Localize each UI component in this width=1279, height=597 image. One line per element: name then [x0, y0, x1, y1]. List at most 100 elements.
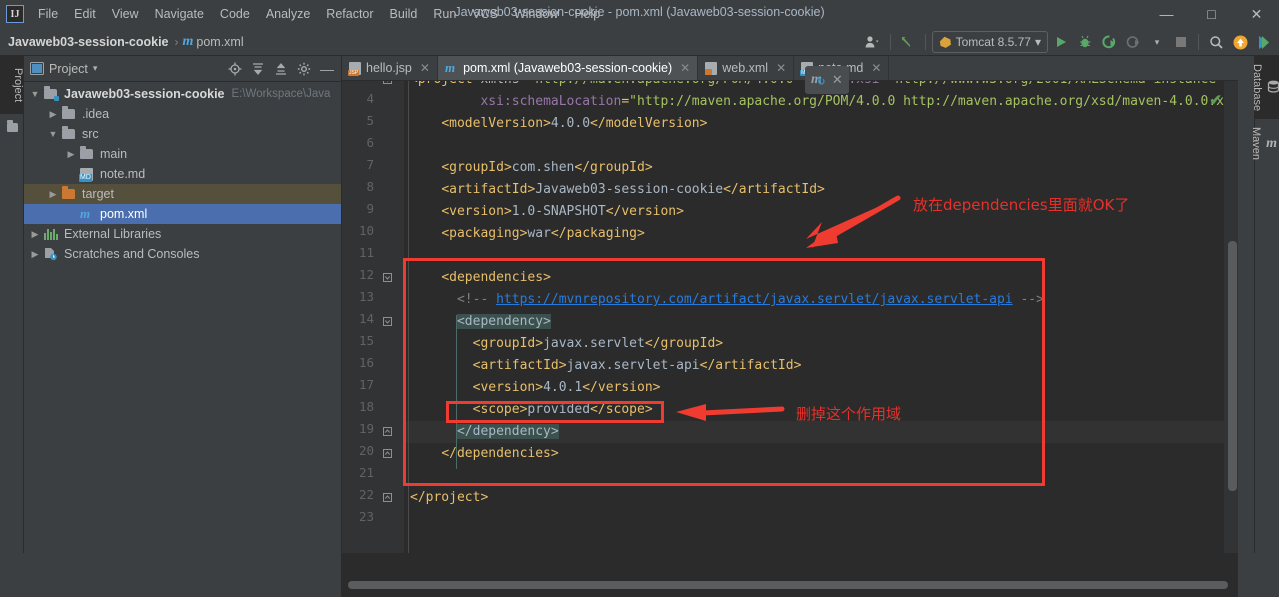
close-tab-icon[interactable]: ✕: [420, 61, 430, 75]
code-line[interactable]: </dependencies>: [404, 443, 1238, 465]
chevron-right-icon[interactable]: ▶: [64, 149, 78, 160]
code-line[interactable]: xsi:schemaLocation="http://maven.apache.…: [404, 91, 1238, 113]
tool-tab-maven[interactable]: m Maven: [1250, 119, 1279, 168]
code-token-brk: >: [699, 116, 708, 131]
structure-icon[interactable]: [0, 114, 24, 140]
inspection-status-icon[interactable]: ✔: [1209, 91, 1222, 109]
menu-navigate[interactable]: Navigate: [147, 4, 212, 24]
run-button[interactable]: [1050, 31, 1072, 53]
collapse-all-icon[interactable]: [271, 59, 291, 79]
menu-build[interactable]: Build: [382, 4, 426, 24]
updates-icon[interactable]: [1229, 31, 1251, 53]
update-project-icon[interactable]: [897, 31, 919, 53]
code-line[interactable]: [404, 509, 1238, 531]
chevron-right-icon[interactable]: ▶: [28, 249, 42, 260]
fold-expanded-icon[interactable]: [383, 273, 392, 282]
code-line[interactable]: <dependencies>: [404, 267, 1238, 289]
chevron-right-icon[interactable]: ▶: [46, 189, 60, 200]
code-line[interactable]: [404, 465, 1238, 487]
chevron-down-icon[interactable]: ▼: [46, 129, 60, 139]
code-line[interactable]: <groupId>javax.servlet</groupId>: [404, 333, 1238, 355]
code-line[interactable]: <!-- https://mvnrepository.com/artifact/…: [404, 289, 1238, 311]
menu-file[interactable]: File: [30, 4, 66, 24]
editor-tab-web-xml[interactable]: web.xml ✕: [698, 56, 795, 80]
close-icon[interactable]: ✕: [832, 72, 843, 88]
menu-analyze[interactable]: Analyze: [258, 4, 318, 24]
menu-view[interactable]: View: [104, 4, 147, 24]
menu-window[interactable]: Window: [506, 4, 566, 24]
code-line[interactable]: <groupId>com.shen</groupId>: [404, 157, 1238, 179]
code-line[interactable]: <packaging>war</packaging>: [404, 223, 1238, 245]
editor-tab-pom-xml[interactable]: m pom.xml (Javaweb03-session-cookie) ✕: [437, 56, 699, 80]
code-content[interactable]: <project xmlns="http://maven.apache.org/…: [404, 81, 1238, 553]
editor-horizontal-scrollbar[interactable]: [348, 581, 1228, 589]
close-tab-icon[interactable]: ✕: [776, 61, 786, 75]
editor-gutter[interactable]: 3 4 5 6 7 8 9 10 11 12 13 14 15 16 17 18 19 20 21 22 23: [342, 81, 404, 553]
settings-gear-icon[interactable]: [294, 59, 314, 79]
code-line[interactable]: <modelVersion>4.0.0</modelVersion>: [404, 113, 1238, 135]
fold-expanded-icon[interactable]: [383, 81, 392, 84]
tree-item-main[interactable]: ▶ main: [24, 144, 341, 164]
chevron-down-icon[interactable]: ▼: [28, 89, 42, 99]
maven-reload-notification[interactable]: m ✕: [805, 66, 849, 94]
tree-item-external-libraries[interactable]: ▶ External Libraries: [24, 224, 341, 244]
profiler-dropdown-icon[interactable]: ▾: [1146, 31, 1168, 53]
locate-icon[interactable]: [225, 59, 245, 79]
chevron-right-icon[interactable]: ▶: [28, 229, 42, 240]
breadcrumb-project[interactable]: Javaweb03-session-cookie: [0, 35, 171, 49]
search-icon[interactable]: [1205, 31, 1227, 53]
debug-button[interactable]: [1074, 31, 1096, 53]
tree-item-pom-xml[interactable]: ▶ m pom.xml: [24, 204, 341, 224]
close-tab-icon[interactable]: ✕: [680, 61, 690, 75]
hide-panel-icon[interactable]: —: [317, 59, 337, 79]
tree-item-target[interactable]: ▶ target: [24, 184, 341, 204]
close-tab-icon[interactable]: ✕: [871, 61, 881, 75]
menu-run[interactable]: Run: [425, 4, 464, 24]
maximize-button[interactable]: □: [1189, 0, 1234, 28]
editor-vertical-scrollbar[interactable]: [1228, 241, 1237, 491]
fold-end-icon[interactable]: [383, 427, 392, 436]
code-line[interactable]: [404, 245, 1238, 267]
folder-icon: [60, 126, 77, 139]
fold-end-icon[interactable]: [383, 449, 392, 458]
tool-tab-project[interactable]: Project: [0, 56, 24, 114]
tree-item-module[interactable]: ▼ Javaweb03-session-cookie E:\Workspace\…: [24, 84, 341, 104]
fold-end-icon[interactable]: [383, 493, 392, 502]
minimize-button[interactable]: —: [1144, 0, 1189, 28]
code-line[interactable]: </project>: [404, 487, 1238, 509]
menu-refactor[interactable]: Refactor: [318, 4, 381, 24]
menu-help[interactable]: Help: [566, 4, 608, 24]
editor-tab-hello-jsp[interactable]: hello.jsp ✕: [342, 56, 438, 80]
stop-button[interactable]: [1170, 31, 1192, 53]
code-line[interactable]: <dependency>: [404, 311, 1238, 333]
code-line[interactable]: </dependency>: [404, 421, 1238, 443]
menu-file-label: File: [38, 7, 59, 21]
menu-vcs[interactable]: VCS: [464, 4, 506, 24]
tool-tab-database[interactable]: Database: [1251, 56, 1279, 120]
code-line[interactable]: [404, 135, 1238, 157]
chevron-right-icon[interactable]: ▶: [46, 109, 60, 120]
profiler-button[interactable]: [1122, 31, 1144, 53]
code-line[interactable]: <version>4.0.1</version>: [404, 377, 1238, 399]
editor-marker-bar[interactable]: [1224, 81, 1238, 553]
breadcrumb-file[interactable]: pom.xml: [196, 35, 243, 49]
project-panel-toolbar: —: [225, 59, 337, 79]
run-with-coverage-button[interactable]: [1098, 31, 1120, 53]
maven-reload-icon[interactable]: m: [811, 72, 825, 88]
tree-item-note-md[interactable]: ▶ MD note.md: [24, 164, 341, 184]
code-token-brk: >: [676, 204, 684, 219]
fold-expanded-icon[interactable]: [383, 317, 392, 326]
project-panel-caret-icon[interactable]: ▾: [93, 63, 98, 74]
menu-edit[interactable]: Edit: [66, 4, 104, 24]
code-editor[interactable]: 34567891011121314151617181920212223 <pro…: [342, 81, 1238, 553]
user-icon[interactable]: [862, 31, 884, 53]
tree-item-src[interactable]: ▼ src: [24, 124, 341, 144]
expand-all-icon[interactable]: [248, 59, 268, 79]
tree-item-scratches-consoles[interactable]: ▶ Scratches and Consoles: [24, 244, 341, 264]
code-line[interactable]: <artifactId>javax.servlet-api</artifactI…: [404, 355, 1238, 377]
close-button[interactable]: ✕: [1234, 0, 1279, 28]
tree-item-idea[interactable]: ▶ .idea: [24, 104, 341, 124]
run-configuration-selector[interactable]: Tomcat 8.5.77 ▾: [931, 31, 1048, 53]
menu-code[interactable]: Code: [212, 4, 258, 24]
ide-assist-icon[interactable]: [1253, 31, 1275, 53]
